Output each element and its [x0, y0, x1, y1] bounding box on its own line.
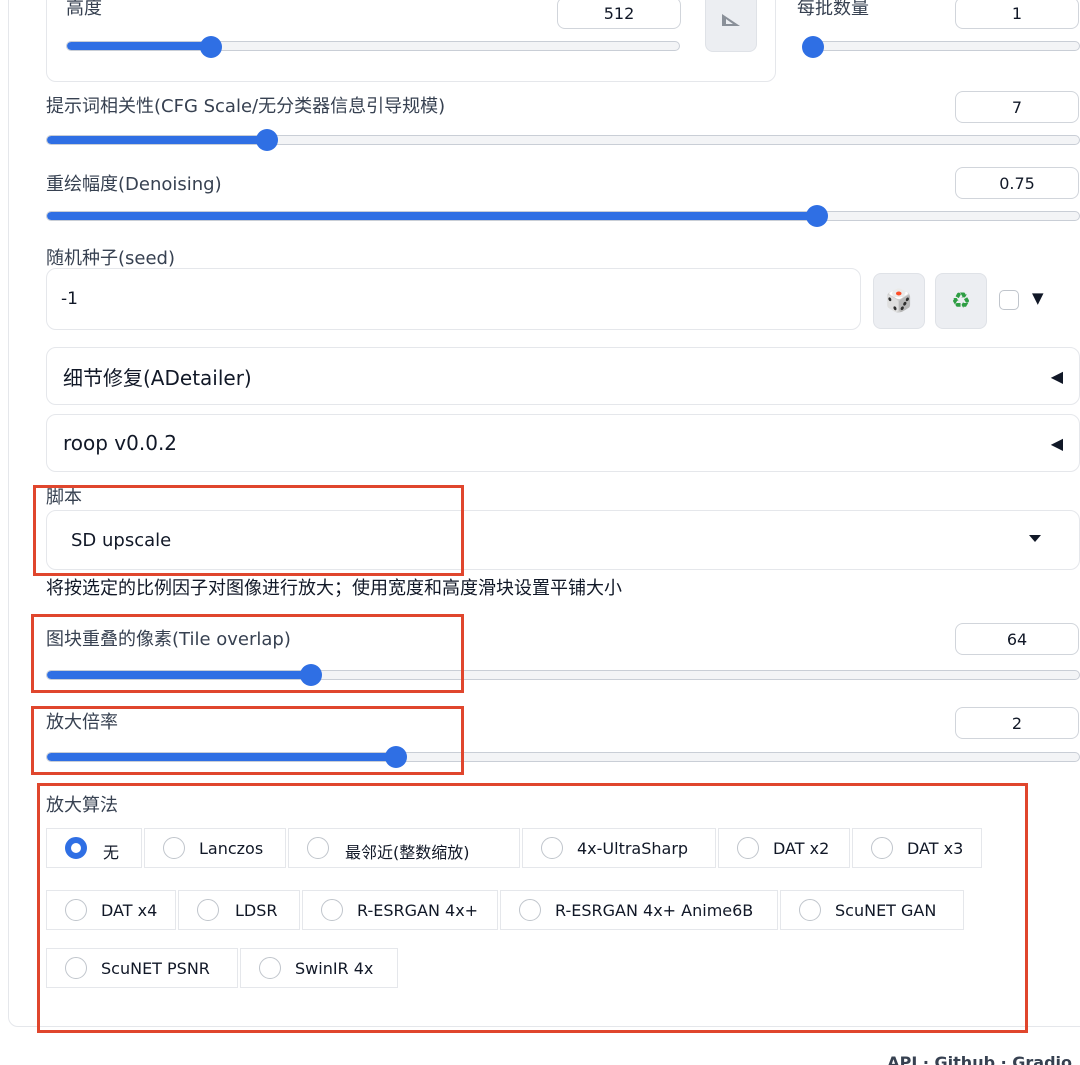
cfg-scale-input[interactable]: 7	[955, 91, 1079, 123]
height-slider-thumb[interactable]	[200, 36, 222, 58]
highlight-box-scale-factor	[31, 706, 464, 775]
random-seed-button[interactable]: 🎲	[873, 273, 925, 329]
collapse-arrow-icon: ◀	[1050, 366, 1063, 386]
seed-input[interactable]: -1	[46, 268, 861, 330]
dice-icon: 🎲	[885, 288, 913, 314]
reuse-seed-button[interactable]: ♻	[935, 273, 987, 329]
cfg-scale-label: 提示词相关性(CFG Scale/无分类器信息引导规模)	[46, 96, 446, 117]
height-input[interactable]: 512	[557, 0, 681, 29]
seed-label: 随机种子(seed)	[46, 248, 175, 269]
chevron-down-icon	[1029, 535, 1041, 542]
cfg-scale-slider-track[interactable]	[46, 135, 1080, 145]
denoising-slider-fill	[47, 212, 819, 220]
script-description: 将按选定的比例因子对图像进行放大；使用宽度和高度滑块设置平铺大小	[46, 578, 622, 599]
cfg-scale-slider-thumb[interactable]	[256, 129, 278, 151]
expand-triangle-icon[interactable]: ▼	[1032, 289, 1044, 307]
denoising-slider-track[interactable]	[46, 211, 1080, 221]
adetailer-accordion-title: 细节修复(ADetailer)	[63, 365, 252, 390]
adetailer-accordion[interactable]: 细节修复(ADetailer) ◀	[46, 347, 1080, 405]
tile-overlap-input[interactable]: 64	[955, 623, 1079, 655]
batch-size-slider-thumb[interactable]	[802, 36, 824, 58]
highlight-box-script	[33, 485, 464, 576]
height-label: 高度	[66, 0, 102, 19]
denoising-input[interactable]: 0.75	[955, 167, 1079, 199]
recycle-icon: ♻	[951, 288, 971, 314]
swap-dimensions-button[interactable]	[705, 0, 757, 52]
scale-factor-input[interactable]: 2	[955, 707, 1079, 739]
ruler-triangle-icon	[722, 14, 740, 26]
denoising-slider-thumb[interactable]	[806, 205, 828, 227]
highlight-box-tile-overlap	[31, 614, 464, 693]
footer-links[interactable]: API · Github · Gradio	[887, 1053, 1072, 1065]
highlight-box-upscaler	[37, 783, 1028, 1033]
extra-seed-checkbox[interactable]	[999, 290, 1019, 310]
collapse-arrow-icon: ◀	[1050, 433, 1063, 453]
denoising-label: 重绘幅度(Denoising)	[46, 174, 222, 195]
batch-size-slider-track[interactable]	[805, 41, 1080, 51]
batch-size-label: 每批数量	[797, 0, 869, 19]
roop-accordion[interactable]: roop v0.0.2 ◀	[46, 414, 1080, 472]
height-slider-fill	[67, 42, 212, 50]
batch-size-input[interactable]: 1	[955, 0, 1079, 29]
height-slider-track[interactable]	[66, 41, 680, 51]
roop-accordion-title: roop v0.0.2	[63, 431, 178, 455]
cfg-scale-slider-fill	[47, 136, 269, 144]
